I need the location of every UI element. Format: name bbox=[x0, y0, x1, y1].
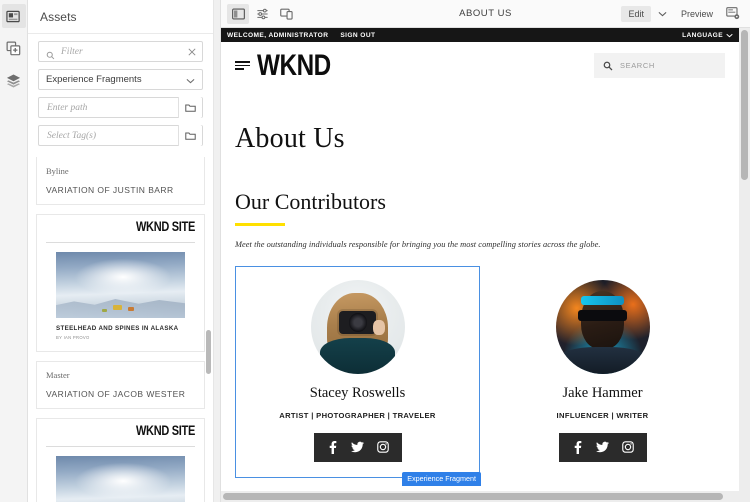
asset-thumbnail bbox=[56, 252, 185, 318]
search-input[interactable]: Filter bbox=[38, 41, 203, 62]
preview-button[interactable]: Preview bbox=[675, 6, 719, 22]
search-icon bbox=[46, 47, 55, 65]
folder-icon bbox=[185, 104, 196, 112]
preview-viewport: WELCOME, ADMINISTRATOR SIGN OUT LANGUAGE… bbox=[221, 28, 750, 502]
toolbar-right-group: Edit Preview bbox=[621, 4, 744, 24]
page-content: About Us Our Contributors Meet the outst… bbox=[221, 89, 739, 486]
search-icon bbox=[603, 61, 613, 70]
emulator-button[interactable] bbox=[275, 4, 297, 24]
clear-search-icon[interactable] bbox=[188, 42, 196, 61]
avatar bbox=[555, 279, 650, 374]
list-item[interactable]: Master VARIATION OF JACOB WESTER bbox=[36, 361, 205, 409]
assets-rail-icon[interactable] bbox=[1, 4, 26, 28]
rendered-page: WELCOME, ADMINISTRATOR SIGN OUT LANGUAGE… bbox=[221, 28, 739, 491]
layers-icon bbox=[6, 74, 21, 88]
assets-filters: Filter Experience Fragments Enter path S… bbox=[28, 34, 213, 157]
list-item[interactable]: WKND SITE STEELHEAD AND SPINES IN ALASKA… bbox=[36, 214, 205, 352]
editor-toolbar: ABOUT US Edit Preview bbox=[221, 0, 750, 28]
status-badge: Experience Fragment bbox=[402, 471, 481, 486]
preview-vertical-scrollbar[interactable] bbox=[741, 30, 748, 180]
asset-site-title: WKND SITE bbox=[135, 219, 195, 235]
chevron-down-icon bbox=[726, 33, 733, 37]
divider bbox=[46, 446, 195, 447]
menu-icon[interactable] bbox=[235, 61, 250, 70]
welcome-label: WELCOME, ADMINISTRATOR bbox=[227, 31, 329, 39]
page-heading: About Us bbox=[235, 123, 345, 154]
side-panel-icon bbox=[231, 8, 245, 19]
asset-variation: VARIATION OF JUSTIN BARR bbox=[46, 185, 174, 195]
sign-out-link[interactable]: SIGN OUT bbox=[340, 32, 375, 39]
layers-rail-icon[interactable] bbox=[2, 68, 26, 92]
page-properties-button[interactable] bbox=[251, 4, 273, 24]
asset-site-title: WKND SITE bbox=[135, 423, 195, 439]
contributor-name: Jake Hammer bbox=[562, 384, 643, 401]
asset-type-value: Experience Fragments bbox=[46, 74, 142, 85]
left-rail bbox=[0, 0, 28, 502]
path-input[interactable]: Enter path bbox=[38, 97, 203, 118]
panel-splitter[interactable] bbox=[214, 0, 221, 502]
mode-button[interactable]: Edit bbox=[621, 5, 651, 22]
asset-card-list[interactable]: Byline VARIATION OF JUSTIN BARR WKND SIT… bbox=[28, 157, 213, 502]
assets-panel: Assets Filter Experience Fragments Enter… bbox=[28, 0, 214, 502]
assets-panel-scrollbar[interactable] bbox=[206, 330, 211, 374]
site-utility-bar: WELCOME, ADMINISTRATOR SIGN OUT LANGUAGE bbox=[221, 28, 739, 42]
tags-browse-button[interactable] bbox=[178, 125, 202, 146]
avatar bbox=[310, 279, 405, 374]
asset-caption: STEELHEAD AND SPINES IN ALASKA bbox=[56, 325, 179, 332]
asset-variation: VARIATION OF JACOB WESTER bbox=[46, 389, 186, 399]
social-links bbox=[558, 432, 647, 462]
site-search-label: SEARCH bbox=[620, 61, 655, 70]
contributor-card[interactable]: Stacey Roswells ARTIST | PHOTOGRAPHER | … bbox=[235, 265, 481, 486]
devices-icon bbox=[279, 8, 293, 20]
toggle-side-panel-button[interactable] bbox=[227, 3, 249, 24]
list-item[interactable]: Byline VARIATION OF JUSTIN BARR bbox=[36, 157, 205, 205]
assets-panel-title: Assets bbox=[28, 0, 213, 34]
page-info-icon bbox=[726, 7, 740, 20]
asset-thumbnail bbox=[56, 456, 185, 502]
tags-input[interactable]: Select Tag(s) bbox=[38, 125, 203, 146]
folder-icon bbox=[185, 132, 196, 140]
section-heading: Our Contributors bbox=[235, 189, 386, 214]
contributor-card[interactable]: Jake Hammer INFLUENCER | WRITER bbox=[480, 266, 725, 478]
instagram-icon[interactable] bbox=[621, 441, 634, 453]
asset-type-select[interactable]: Experience Fragments bbox=[38, 69, 203, 90]
path-browse-button[interactable] bbox=[178, 97, 202, 118]
site-logo[interactable]: WKND bbox=[257, 48, 331, 82]
list-item[interactable]: WKND SITE STEELHEAD AND SPINES IN ALASKA… bbox=[36, 418, 205, 502]
sliders-icon bbox=[256, 8, 268, 19]
assets-icon bbox=[6, 10, 20, 22]
site-header: WKND SEARCH bbox=[221, 42, 739, 89]
instagram-icon[interactable] bbox=[376, 441, 389, 453]
asset-byline: Byline bbox=[46, 166, 69, 176]
language-label: LANGUAGE bbox=[682, 31, 723, 39]
components-icon bbox=[6, 41, 21, 55]
language-selector[interactable]: LANGUAGE bbox=[682, 32, 733, 39]
editor-column: ABOUT US Edit Preview WELCOME, ADMINISTR… bbox=[221, 0, 750, 502]
components-rail-icon[interactable] bbox=[2, 36, 26, 60]
accent-underline bbox=[235, 223, 285, 226]
asset-subcaption: BY IAN PROVO bbox=[56, 335, 90, 340]
twitter-icon[interactable] bbox=[350, 441, 364, 453]
asset-byline: Master bbox=[46, 370, 70, 380]
site-search-input[interactable]: SEARCH bbox=[594, 53, 725, 78]
tags-placeholder: Select Tag(s) bbox=[47, 130, 96, 141]
mode-chevron-down-icon[interactable] bbox=[654, 5, 672, 23]
contributors-grid: Stacey Roswells ARTIST | PHOTOGRAPHER | … bbox=[235, 265, 725, 486]
facebook-icon[interactable] bbox=[327, 440, 338, 454]
page-information-button[interactable] bbox=[722, 4, 744, 24]
section-lede: Meet the outstanding individuals respons… bbox=[235, 239, 601, 249]
aem-editor-window: Assets Filter Experience Fragments Enter… bbox=[0, 0, 750, 502]
chevron-down-icon bbox=[186, 71, 195, 89]
contributor-name: Stacey Roswells bbox=[309, 384, 406, 401]
contributor-role: ARTIST | PHOTOGRAPHER | TRAVELER bbox=[279, 410, 436, 420]
toolbar-left-group bbox=[227, 3, 297, 24]
twitter-icon[interactable] bbox=[595, 441, 609, 453]
facebook-icon[interactable] bbox=[572, 440, 583, 454]
divider bbox=[46, 242, 195, 243]
path-placeholder: Enter path bbox=[47, 102, 88, 113]
contributor-role: INFLUENCER | WRITER bbox=[556, 410, 649, 420]
social-links bbox=[313, 432, 402, 462]
preview-horizontal-scrollbar[interactable] bbox=[223, 493, 723, 500]
